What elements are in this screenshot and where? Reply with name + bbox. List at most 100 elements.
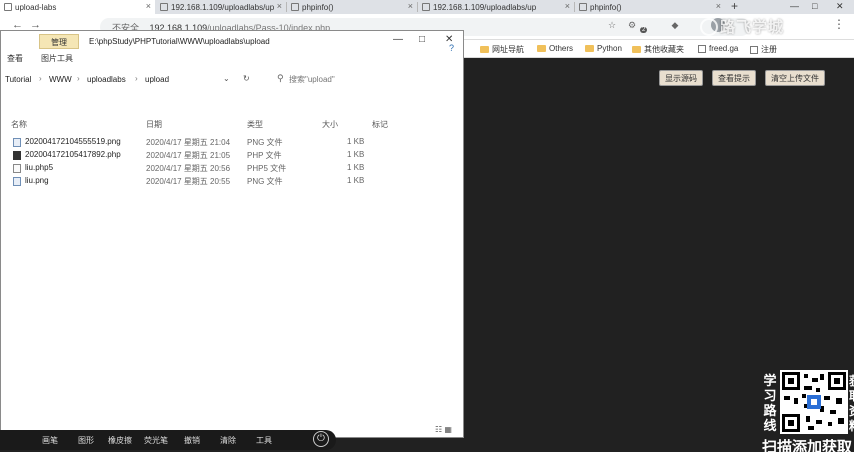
pen-tool[interactable]: 画笔 — [42, 435, 58, 446]
promo-char: 资 — [849, 404, 854, 419]
folder-icon — [480, 46, 489, 53]
chevron-down-icon[interactable]: ⌄ — [223, 74, 230, 83]
promo-char: 习 — [763, 388, 777, 403]
view-tab[interactable]: 查看 — [7, 53, 23, 64]
clear-tool[interactable]: 清除 — [220, 435, 236, 446]
folder-icon — [537, 45, 546, 52]
manage-tab[interactable]: 管理 — [39, 34, 79, 49]
extension-icon[interactable]: ⚙ — [625, 18, 639, 32]
promo-right-text: 获 取 资 料 — [849, 374, 854, 434]
folder-icon — [585, 45, 594, 52]
promo-char: 料 — [849, 419, 854, 434]
close-tab-icon[interactable]: × — [565, 1, 570, 11]
bookmark-item[interactable]: 网址导航 — [480, 44, 524, 55]
breadcrumb-separator-icon: › — [77, 74, 80, 83]
shape-tool[interactable]: 图形 — [78, 435, 94, 446]
picture-tools-tab[interactable]: 图片工具 — [41, 53, 73, 64]
close-tab-icon[interactable]: × — [277, 1, 282, 11]
tab-phpinfo[interactable]: phpinfo() × — [287, 0, 417, 14]
png-file-icon — [13, 138, 21, 147]
bookmark-star-icon[interactable]: ☆ — [605, 18, 619, 32]
eraser-tool[interactable]: 橡皮擦 — [108, 435, 132, 446]
page-icon — [698, 44, 706, 53]
file-size: 1 KB — [347, 163, 365, 172]
bookmark-label: freed.ga — [709, 44, 739, 53]
bookmark-item[interactable]: 注册 — [750, 44, 777, 55]
tab-title: upload-labs — [15, 2, 57, 12]
minimize-icon[interactable]: — — [790, 1, 799, 11]
breadcrumb-item[interactable]: upload — [145, 75, 169, 84]
explorer-title-path: E:\phpStudy\PHPTutorial\WWW\uploadlabs\u… — [89, 37, 270, 46]
column-tags-header[interactable]: 标记 — [372, 119, 388, 130]
column-size-header[interactable]: 大小 — [322, 119, 338, 130]
close-tab-icon[interactable]: × — [408, 1, 413, 11]
file-date: 2020/4/17 星期五 20:55 — [146, 177, 231, 186]
help-icon[interactable]: ? — [449, 43, 454, 53]
file-date: 2020/4/17 星期五 20:56 — [146, 164, 231, 173]
explorer-ribbon: 查看 图片工具 — [1, 51, 463, 65]
file-type: PHP5 文件 — [247, 164, 287, 173]
tools-menu[interactable]: 工具 — [256, 435, 272, 446]
file-type: PNG 文件 — [247, 177, 283, 186]
breadcrumb-item[interactable]: WWW — [49, 75, 72, 84]
search-placeholder: 搜索"upload" — [289, 75, 335, 84]
annotation-toolbar: 画笔 图形 橡皮擦 荧光笔 撤销 清除 工具 ⏻ — [0, 430, 336, 450]
promo-bottom-text: 扫描添加获取 — [762, 439, 853, 452]
bookmark-label: 其他收藏夹 — [644, 45, 684, 54]
bookmark-label: 注册 — [761, 45, 777, 54]
bookmark-item[interactable]: 其他收藏夹 — [632, 44, 684, 55]
highlighter-tool[interactable]: 荧光笔 — [144, 435, 168, 446]
file-size: 1 KB — [347, 137, 365, 146]
file-row[interactable]: liu.php5 2020/4/17 星期五 20:56 PHP5 文件 1 K… — [11, 163, 451, 175]
show-source-button[interactable]: 显示源码 — [659, 70, 703, 86]
qr-code — [780, 370, 848, 434]
file-explorer-window: 管理 E:\phpStudy\PHPTutorial\WWW\uploadlab… — [0, 30, 464, 438]
file-size: 1 KB — [347, 176, 365, 185]
promo-char: 取 — [849, 389, 854, 404]
close-window-icon[interactable]: ✕ — [836, 1, 844, 12]
tab-upload-labs[interactable]: upload-labs × — [0, 0, 155, 14]
close-tab-icon[interactable]: × — [146, 1, 151, 11]
new-tab-button[interactable]: + — [731, 0, 738, 13]
tab-upload-page-2[interactable]: 192.168.1.109/uploadlabs/up × — [418, 0, 574, 14]
column-type-header[interactable]: 类型 — [247, 119, 263, 130]
tab-phpinfo-2[interactable]: phpinfo() × — [575, 0, 725, 14]
undo-tool[interactable]: 撤销 — [184, 435, 200, 446]
bookmark-item[interactable]: freed.ga — [698, 44, 738, 53]
watermark-logo — [700, 18, 718, 36]
search-icon: ⚲ — [277, 73, 284, 83]
search-input[interactable]: ⚲ 搜索"upload" — [261, 71, 459, 86]
promo-char: 获 — [849, 374, 854, 389]
column-name-header[interactable]: 名称 — [11, 119, 27, 130]
file-type: PNG 文件 — [247, 138, 283, 147]
breadcrumb-item[interactable]: uploadlabs — [87, 75, 126, 84]
menu-icon[interactable]: ⋮ — [833, 17, 845, 31]
png-file-icon — [13, 177, 21, 186]
column-date-header[interactable]: 日期 — [146, 119, 162, 130]
bookmark-item[interactable]: Python — [585, 44, 622, 53]
clear-uploads-button[interactable]: 清空上传文件 — [765, 70, 825, 86]
file-row[interactable]: 202004172105417892.php 2020/4/17 星期五 21:… — [11, 150, 451, 162]
refresh-icon[interactable]: ↻ — [243, 74, 250, 83]
bookmark-label: 网址导航 — [492, 45, 524, 54]
maximize-icon[interactable]: □ — [812, 1, 817, 11]
tab-title: phpinfo() — [302, 2, 334, 12]
tab-upload-page[interactable]: 192.168.1.109/uploadlabs/up × — [156, 0, 286, 14]
file-row[interactable]: 202004172104555519.png 2020/4/17 星期五 21:… — [11, 137, 451, 149]
file-icon — [13, 164, 21, 173]
maximize-icon[interactable]: □ — [419, 34, 425, 45]
bookmark-item[interactable]: Others — [537, 44, 573, 53]
file-row[interactable]: liu.png 2020/4/17 星期五 20:55 PNG 文件 1 KB — [11, 176, 451, 188]
extension-puzzle-icon[interactable]: ◆ — [668, 18, 682, 32]
favicon-icon — [291, 3, 299, 11]
favicon-icon — [422, 3, 430, 11]
show-hint-button[interactable]: 查看提示 — [712, 70, 756, 86]
minimize-icon[interactable]: — — [393, 34, 403, 45]
explorer-title-bar: 管理 E:\phpStudy\PHPTutorial\WWW\uploadlab… — [1, 31, 463, 51]
power-icon[interactable]: ⏻ — [313, 431, 329, 447]
page-icon — [750, 45, 758, 54]
details-view-icon[interactable]: ☷ ▦ — [435, 425, 452, 434]
breadcrumb-item[interactable]: Tutorial — [5, 75, 31, 84]
close-tab-icon[interactable]: × — [716, 1, 721, 11]
file-size: 1 KB — [347, 150, 365, 159]
